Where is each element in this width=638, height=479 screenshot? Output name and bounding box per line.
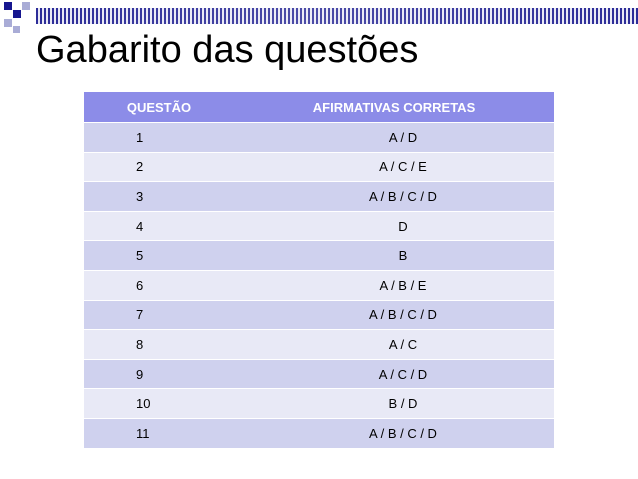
- table-row: 4 D: [84, 211, 554, 242]
- question-number: 3: [84, 181, 234, 212]
- deco-square: [13, 26, 20, 33]
- table-row: 9 A / C / D: [84, 359, 554, 390]
- question-number: 10: [84, 388, 234, 419]
- correct-statements: A / B / C / D: [234, 181, 554, 212]
- answer-key-table: QUESTÃO AFIRMATIVAS CORRETAS 1 A / D 2 A…: [84, 92, 554, 449]
- column-header-question: QUESTÃO: [84, 92, 234, 123]
- table-header-row: QUESTÃO AFIRMATIVAS CORRETAS: [84, 92, 554, 123]
- deco-square: [4, 2, 12, 10]
- table-row: 1 A / D: [84, 122, 554, 153]
- question-number: 2: [84, 152, 234, 183]
- table-row: 5 B: [84, 240, 554, 271]
- question-number: 7: [84, 300, 234, 331]
- correct-statements: A / B / E: [234, 270, 554, 301]
- question-number: 4: [84, 211, 234, 242]
- question-number: 9: [84, 359, 234, 390]
- table-row: 3 A / B / C / D: [84, 181, 554, 212]
- deco-square: [22, 2, 30, 10]
- question-number: 5: [84, 240, 234, 271]
- table-row: 8 A / C: [84, 329, 554, 360]
- table-row: 10 B / D: [84, 388, 554, 419]
- correct-statements: A / C / E: [234, 152, 554, 183]
- correct-statements: D: [234, 211, 554, 242]
- question-number: 1: [84, 122, 234, 153]
- question-number: 8: [84, 329, 234, 360]
- correct-statements: B / D: [234, 388, 554, 419]
- correct-statements: B: [234, 240, 554, 271]
- question-number: 6: [84, 270, 234, 301]
- correct-statements: A / B / C / D: [234, 418, 554, 449]
- table-row: 11 A / B / C / D: [84, 418, 554, 449]
- deco-square: [4, 19, 12, 27]
- table-row: 7 A / B / C / D: [84, 300, 554, 331]
- question-number: 11: [84, 418, 234, 449]
- column-header-correct-statements: AFIRMATIVAS CORRETAS: [234, 92, 554, 123]
- correct-statements: A / D: [234, 122, 554, 153]
- correct-statements: A / C / D: [234, 359, 554, 390]
- correct-statements: A / B / C / D: [234, 300, 554, 331]
- page-title: Gabarito das questões: [36, 29, 419, 71]
- table-row: 2 A / C / E: [84, 152, 554, 183]
- table-row: 6 A / B / E: [84, 270, 554, 301]
- correct-statements: A / C: [234, 329, 554, 360]
- deco-square: [13, 10, 21, 18]
